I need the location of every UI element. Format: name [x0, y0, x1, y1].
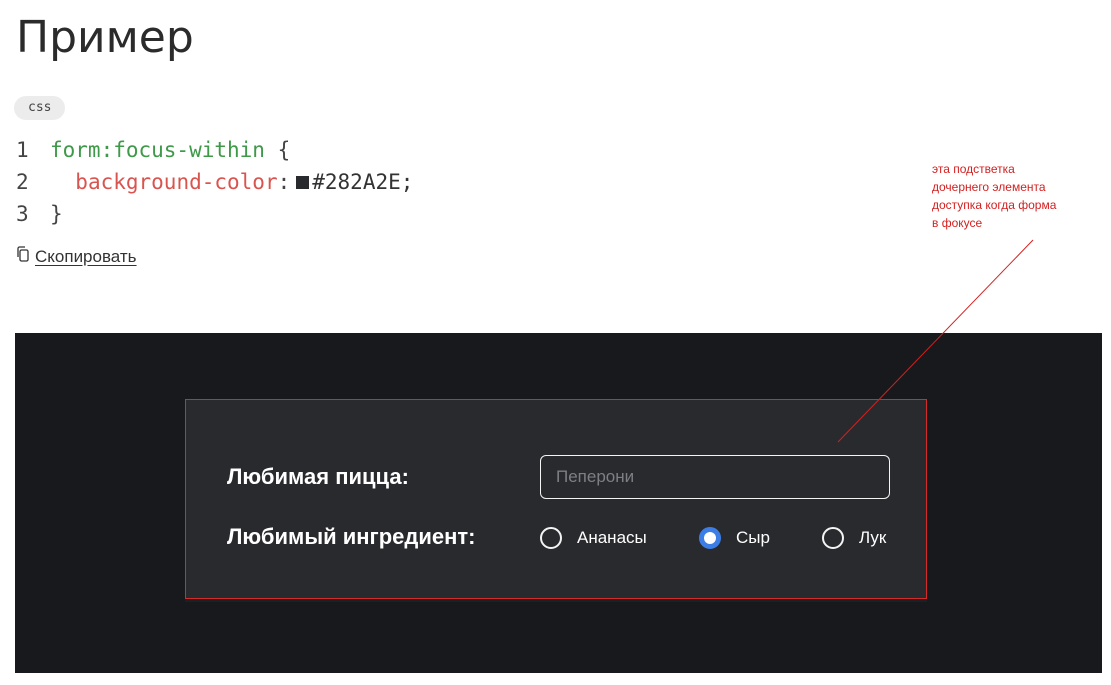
line-number: 2	[16, 170, 29, 194]
radio-option-cheese[interactable]: Сыр	[699, 525, 770, 551]
css-property: background-color	[75, 170, 278, 194]
code-line: 3}	[16, 198, 413, 230]
css-selector: form:focus-within	[50, 138, 265, 162]
code-line: 1 form:focus-within {	[16, 134, 413, 166]
code-block: 1 form:focus-within { 2 background-color:…	[16, 134, 413, 230]
annotation-line: в фокусе	[932, 216, 983, 230]
pizza-form: Любимая пицца: Любимый ингредиент: Анана…	[185, 399, 927, 599]
ingredient-label: Любимый ингредиент:	[227, 524, 476, 549]
brace-open: {	[277, 138, 291, 162]
demo-area: Любимая пицца: Любимый ингредиент: Анана…	[15, 333, 1102, 673]
annotation-line: доступка когда форма	[932, 198, 1057, 212]
copy-icon	[15, 246, 31, 267]
radio-option-pineapple[interactable]: Ананасы	[540, 525, 647, 551]
radio-option-onion[interactable]: Лук	[822, 525, 886, 551]
annotation-note: эта подстветка дочернего элемента доступ…	[932, 160, 1092, 232]
radio-label: Сыр	[736, 528, 770, 547]
radio-button[interactable]	[540, 527, 562, 549]
copy-button-label: Скопировать	[35, 246, 137, 266]
color-swatch	[296, 175, 310, 189]
copy-button[interactable]: Скопировать	[15, 246, 137, 267]
radio-button[interactable]	[822, 527, 844, 549]
page-title: Пример	[16, 12, 194, 63]
radio-label: Лук	[859, 528, 887, 547]
annotation-line: эта подстветка	[932, 162, 1015, 176]
radio-label: Ананасы	[577, 528, 647, 547]
brace-close: }	[50, 202, 63, 226]
line-number: 3	[16, 202, 29, 226]
radio-button[interactable]	[699, 527, 721, 549]
code-language-badge: css	[14, 96, 66, 120]
annotation-line: дочернего элемента	[932, 180, 1046, 194]
pizza-input[interactable]	[540, 455, 890, 499]
css-value: #282A2E;	[312, 170, 414, 194]
line-number: 1	[16, 138, 29, 162]
code-line: 2 background-color: #282A2E;	[16, 166, 413, 198]
colon: :	[277, 170, 291, 194]
pizza-label: Любимая пицца:	[227, 464, 409, 489]
